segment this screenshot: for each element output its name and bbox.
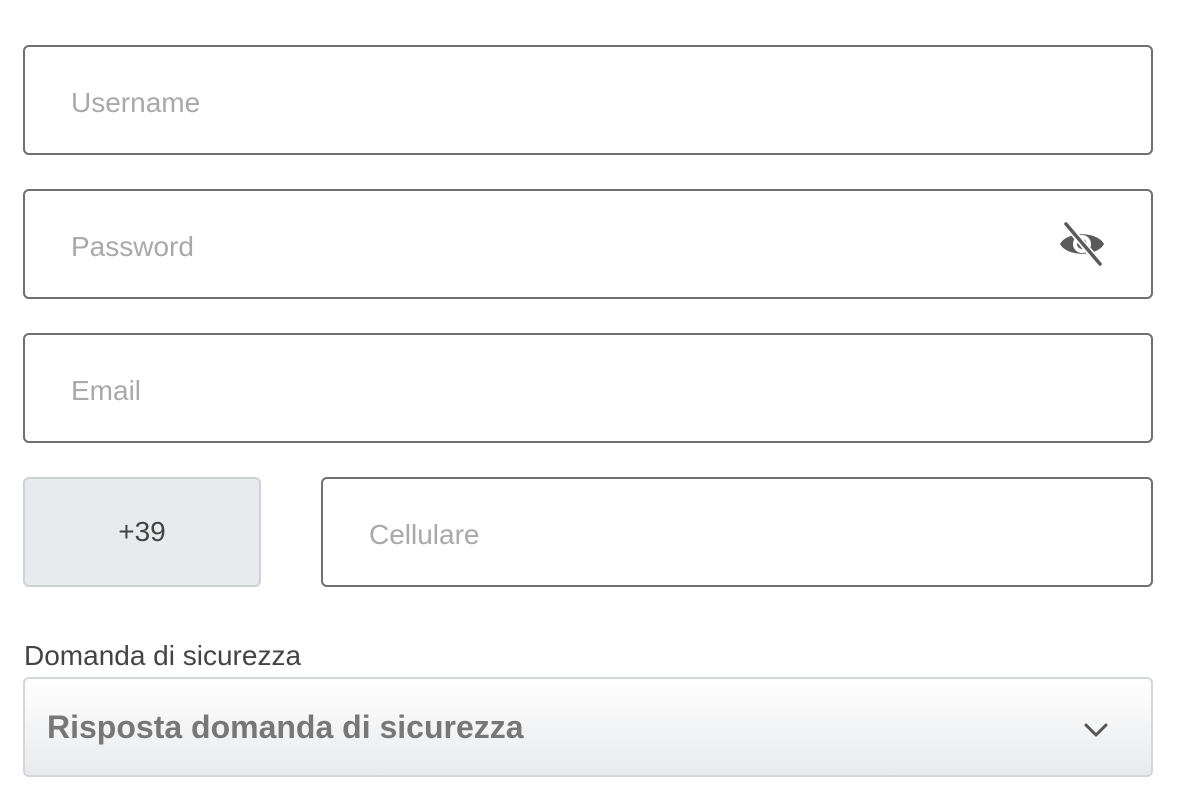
- mobile-field[interactable]: [321, 477, 1153, 587]
- registration-form: +39 Domanda di sicurezza Risposta domand…: [0, 0, 1186, 796]
- email-field[interactable]: [23, 333, 1153, 443]
- security-question-selected: Risposta domanda di sicurezza: [47, 709, 524, 745]
- country-code-value: +39: [118, 516, 166, 547]
- security-question-label: Domanda di sicurezza: [24, 640, 302, 671]
- password-input[interactable]: [71, 191, 1031, 297]
- chevron-down-icon: [1083, 721, 1109, 739]
- password-field[interactable]: [23, 189, 1153, 299]
- username-input[interactable]: [71, 47, 1111, 153]
- eye-slash-icon[interactable]: [1057, 219, 1107, 269]
- security-question-select[interactable]: Risposta domanda di sicurezza: [23, 677, 1153, 777]
- mobile-input[interactable]: [369, 479, 1109, 585]
- username-field[interactable]: [23, 45, 1153, 155]
- email-input[interactable]: [71, 335, 1111, 441]
- country-code-selector[interactable]: +39: [23, 477, 261, 587]
